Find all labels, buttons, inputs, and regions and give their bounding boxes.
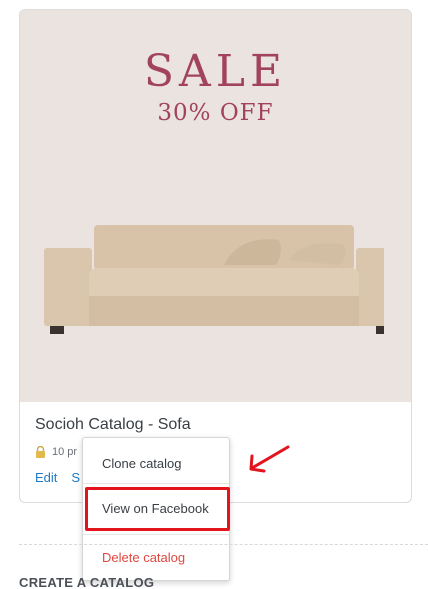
catalog-banner-image: SALE 30% OFF xyxy=(20,10,411,402)
catalog-title: Socioh Catalog - Sofa xyxy=(35,416,191,433)
lock-icon xyxy=(36,446,45,458)
edit-link[interactable]: Edit xyxy=(35,470,57,485)
catalog-options-menu: Clone catalog View on Facebook Delete ca… xyxy=(82,437,230,581)
catalog-meta: 10 pr xyxy=(35,446,77,458)
products-count: 10 pr xyxy=(52,446,78,458)
section-divider xyxy=(19,544,428,545)
clone-catalog-menu-item[interactable]: Clone catalog xyxy=(83,456,229,471)
secondary-action-link[interactable]: S xyxy=(71,470,80,485)
banner-headline: SALE xyxy=(143,46,288,97)
create-catalog-heading: CREATE A CATALOG xyxy=(19,575,155,589)
delete-catalog-menu-item[interactable]: Delete catalog xyxy=(83,550,229,565)
sofa-illustration xyxy=(44,225,384,334)
catalog-card: SALE 30% OFF Socioh Catalog - Sofa 10 pr… xyxy=(19,9,412,503)
menu-divider xyxy=(83,483,229,484)
banner-subheadline: 30% OFF xyxy=(157,100,274,126)
menu-divider xyxy=(83,534,229,535)
view-on-facebook-menu-item[interactable]: View on Facebook xyxy=(83,501,229,516)
pointer-arrow-icon xyxy=(249,445,290,473)
